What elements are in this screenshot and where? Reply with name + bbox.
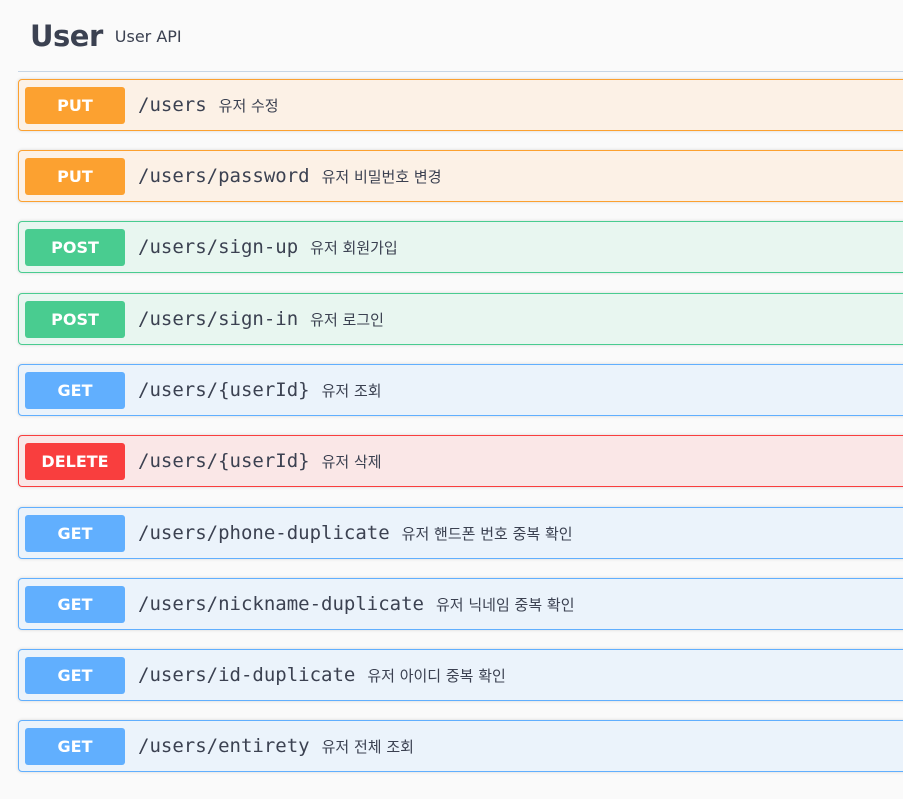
method-badge: GET [25,656,125,694]
method-badge: PUT [25,86,125,124]
operation-put-users[interactable]: PUT /users 유저 수정 [18,79,903,131]
operation-path: /users/{userId} [138,379,310,401]
operation-summary: 유저 회원가입 [310,238,398,257]
method-badge: GET [25,514,125,552]
method-badge: POST [25,228,125,266]
method-badge: GET [25,371,125,409]
operation-path: /users/phone-duplicate [138,522,390,544]
operation-path: /users [138,94,207,116]
operation-summary: 유저 아이디 중복 확인 [367,666,506,685]
operation-path: /users/entirety [138,735,310,757]
operation-path: /users/password [138,165,310,187]
operation-delete-user[interactable]: DELETE /users/{userId} 유저 삭제 [18,435,903,487]
operation-summary: 유저 삭제 [321,452,382,471]
operation-get-user-by-id[interactable]: GET /users/{userId} 유저 조회 [18,364,903,416]
tag-description: User API [114,27,182,46]
operation-summary: 유저 핸드폰 번호 중복 확인 [401,524,573,543]
operation-path: /users/sign-in [138,308,299,330]
method-badge: DELETE [25,442,125,480]
operation-get-entirety[interactable]: GET /users/entirety 유저 전체 조회 [18,720,903,772]
tag-title: User [30,18,103,53]
method-badge: PUT [25,157,125,195]
method-badge: POST [25,300,125,338]
operation-post-sign-in[interactable]: POST /users/sign-in 유저 로그인 [18,293,903,345]
operation-post-sign-up[interactable]: POST /users/sign-up 유저 회원가입 [18,221,903,273]
operation-summary: 유저 수정 [218,96,279,115]
operation-summary: 유저 비밀번호 변경 [321,167,442,186]
operation-summary: 유저 전체 조회 [321,737,414,756]
swagger-page: User User API PUT /users 유저 수정 PUT /user… [0,0,903,799]
operation-put-users-password[interactable]: PUT /users/password 유저 비밀번호 변경 [18,150,903,202]
operation-get-phone-duplicate[interactable]: GET /users/phone-duplicate 유저 핸드폰 번호 중복 … [18,507,903,559]
method-badge: GET [25,727,125,765]
operation-summary: 유저 조회 [321,381,382,400]
operation-get-id-duplicate[interactable]: GET /users/id-duplicate 유저 아이디 중복 확인 [18,649,903,701]
operation-summary: 유저 닉네임 중복 확인 [435,595,575,614]
operation-path: /users/nickname-duplicate [138,593,424,615]
operation-summary: 유저 로그인 [310,310,384,329]
operation-get-nickname-duplicate[interactable]: GET /users/nickname-duplicate 유저 닉네임 중복 … [18,578,903,630]
method-badge: GET [25,585,125,623]
operation-path: /users/{userId} [138,450,310,472]
operation-path: /users/sign-up [138,236,299,258]
operation-path: /users/id-duplicate [138,664,356,686]
tag-section-header[interactable]: User User API [18,0,903,72]
